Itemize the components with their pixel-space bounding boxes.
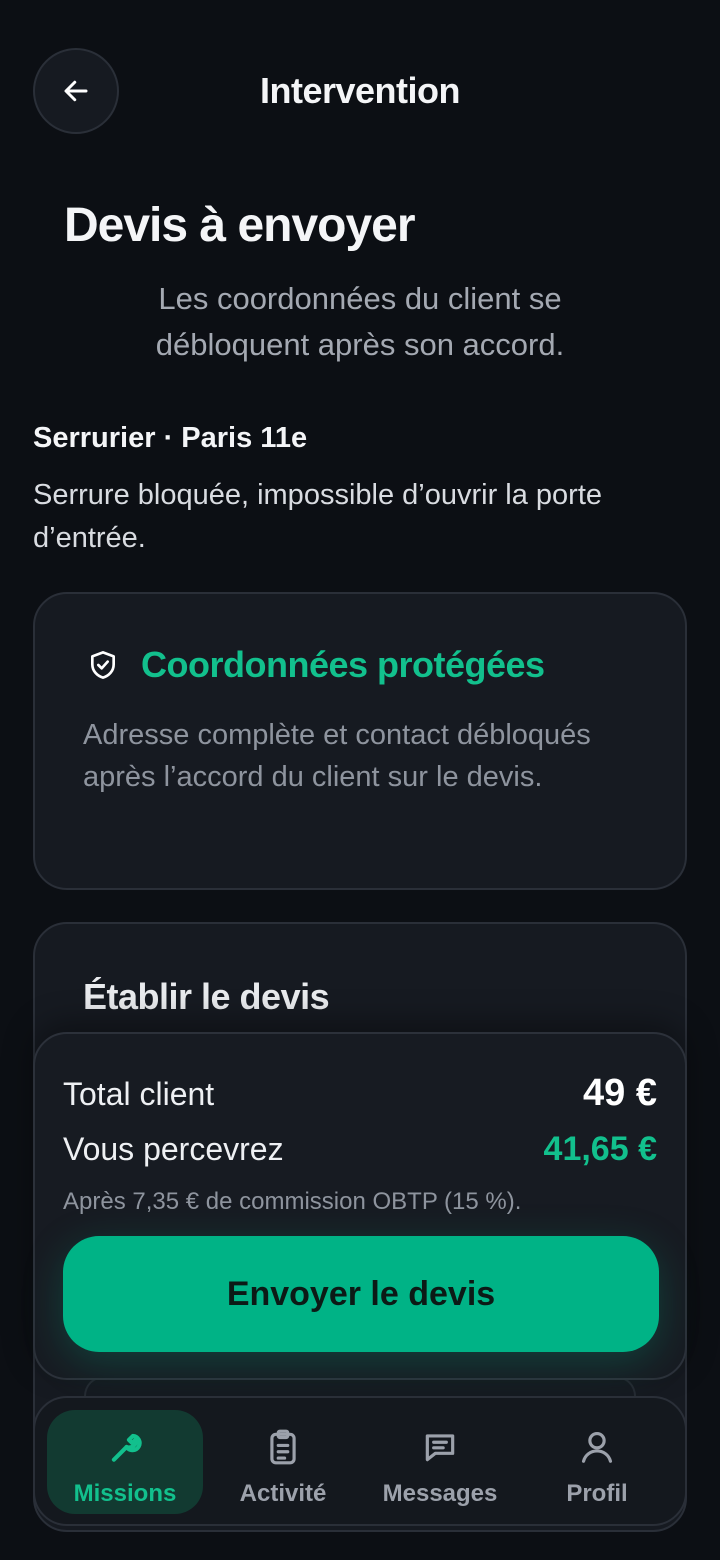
protected-contact-header: Coordonnées protégées: [87, 644, 545, 686]
total-value: 49 €: [583, 1072, 657, 1114]
clipboard-icon: [270, 1429, 296, 1465]
quote-title: Établir le devis: [83, 976, 330, 1017]
wrench-icon: [111, 1433, 142, 1462]
protected-contact-title: Coordonnées protégées: [141, 644, 545, 685]
header-title: Intervention: [259, 70, 461, 111]
nav-label-messages: Messages: [382, 1480, 498, 1507]
nav-label-activite: Activité: [239, 1480, 327, 1507]
nav-item-activite[interactable]: Activité: [205, 1410, 361, 1514]
total-label: Total client: [63, 1076, 215, 1112]
user-icon: [581, 1431, 613, 1463]
shield-check-icon: [91, 651, 115, 679]
protected-contact-text: Adresse complète et contact débloqués ap…: [83, 719, 591, 793]
page-subtitle: Les coordonnées du client se débloquent …: [155, 281, 565, 362]
nav-item-missions[interactable]: Missions: [47, 1410, 203, 1514]
bottom-navigation: Missions Activité Messages Profil: [33, 1396, 687, 1526]
nav-label-missions: Missions: [73, 1480, 177, 1507]
page-title: Devis à envoyer: [64, 199, 416, 252]
nav-label-profil: Profil: [566, 1480, 628, 1507]
job-description: Serrure bloquée, impossible d’ouvrir la …: [33, 479, 603, 554]
net-value: 41,65 €: [543, 1130, 657, 1168]
commission-note: Après 7,35 € de commission OBTP (15 %).: [63, 1188, 522, 1215]
send-quote-button[interactable]: Envoyer le devis: [63, 1236, 659, 1352]
chat-icon: [425, 1434, 455, 1462]
quote-summary-panel: Total client 49 € Vous percevrez 41,65 €…: [33, 1032, 687, 1380]
nav-item-profil[interactable]: Profil: [519, 1410, 675, 1514]
net-row: Vous percevrez 41,65 €: [63, 1130, 657, 1169]
top-bar: Intervention: [0, 0, 720, 190]
net-label: Vous percevrez: [63, 1131, 284, 1167]
total-row: Total client 49 €: [63, 1072, 657, 1115]
protected-contact-card: Coordonnées protégées Adresse complète e…: [33, 592, 687, 890]
job-meta: Serrurier · Paris 11e: [33, 422, 308, 454]
nav-item-messages[interactable]: Messages: [362, 1410, 518, 1514]
